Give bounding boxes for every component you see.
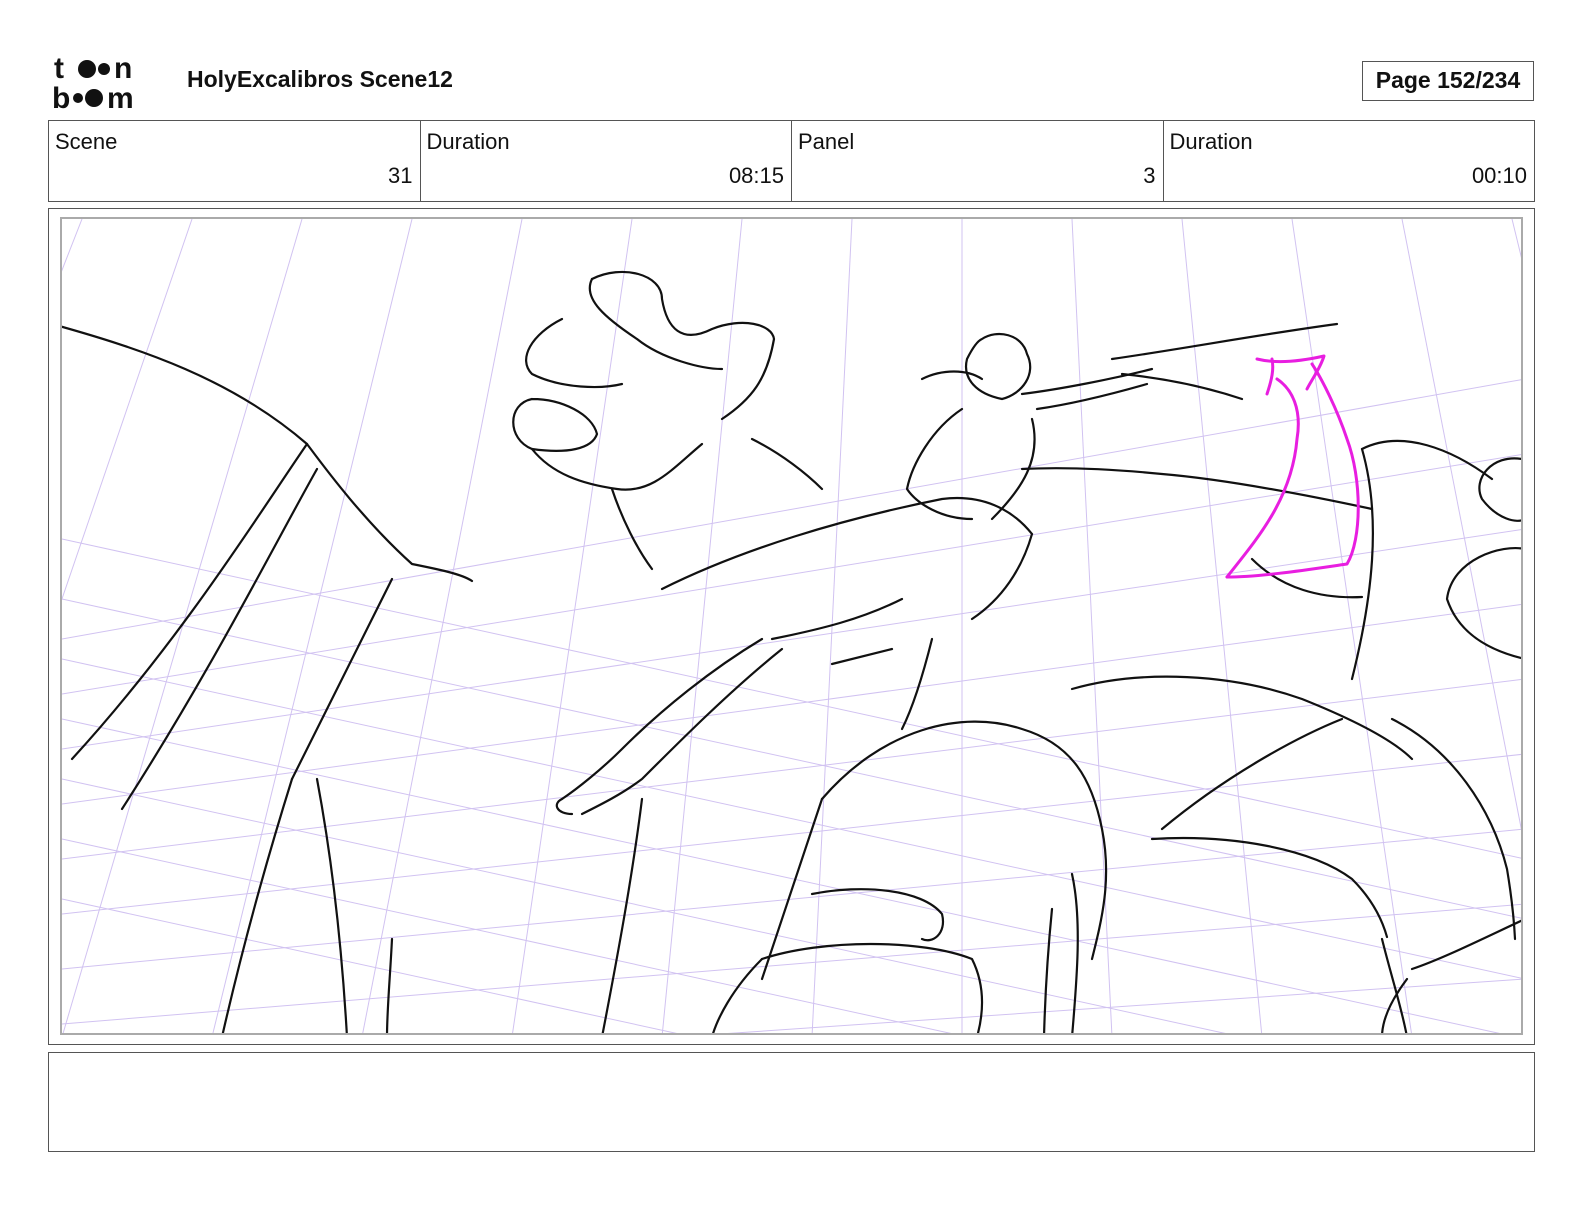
grid-line — [62, 718, 1500, 1033]
grid-line — [62, 219, 303, 1033]
page-indicator: Page 152/234 — [1362, 61, 1534, 101]
grid-line — [62, 598, 1521, 919]
svg-text:t: t — [54, 52, 64, 85]
panel-label: Panel — [798, 129, 855, 154]
storyboard-panel — [48, 208, 1535, 1045]
scene-info-table: Scene 31 Duration 08:15 Panel 3 Duration… — [48, 120, 1535, 202]
scene-duration-value: 08:15 — [728, 163, 784, 188]
grid-line — [1291, 219, 1412, 1033]
scene-cell: Scene 31 — [49, 121, 421, 201]
scene-value: 31 — [388, 163, 413, 188]
perspective-grid — [62, 219, 1521, 1033]
scene-duration-cell: Duration 08:15 — [421, 121, 792, 201]
svg-text:b: b — [52, 82, 70, 110]
panel-duration-value: 00:10 — [1471, 163, 1527, 188]
panel-duration-cell: Duration 00:10 — [1164, 121, 1535, 201]
sketch-drawing — [62, 219, 1521, 1033]
sketch-lines — [62, 270, 1521, 1033]
grid-line — [811, 219, 853, 1033]
panel-cell: Panel 3 — [792, 121, 1164, 201]
panel-value: 3 — [1143, 163, 1156, 188]
grid-line — [362, 219, 523, 1033]
grid-line — [62, 379, 1521, 640]
svg-text:m: m — [107, 82, 134, 110]
grid-line — [512, 219, 633, 1033]
panel-notes — [48, 1052, 1535, 1152]
grid-line — [62, 529, 1521, 750]
panel-drawing-area — [60, 217, 1523, 1035]
motion-arrow — [1225, 354, 1360, 579]
grid-line — [62, 454, 1521, 695]
svg-text:n: n — [114, 52, 132, 85]
grid-line — [62, 903, 1521, 1025]
toon-boom-logo: t n b m — [52, 52, 162, 115]
scene-duration-label: Duration — [426, 129, 510, 154]
grid-line — [212, 219, 413, 1033]
scene-label: Scene — [55, 129, 118, 154]
document-title: HolyExcalibros Scene12 — [187, 66, 453, 92]
grid-line — [727, 978, 1521, 1033]
grid-line — [62, 828, 1521, 970]
panel-duration-label: Duration — [1169, 129, 1253, 154]
grid-line — [62, 678, 1521, 860]
grid-line — [62, 658, 1521, 979]
grid-line — [62, 898, 677, 1033]
